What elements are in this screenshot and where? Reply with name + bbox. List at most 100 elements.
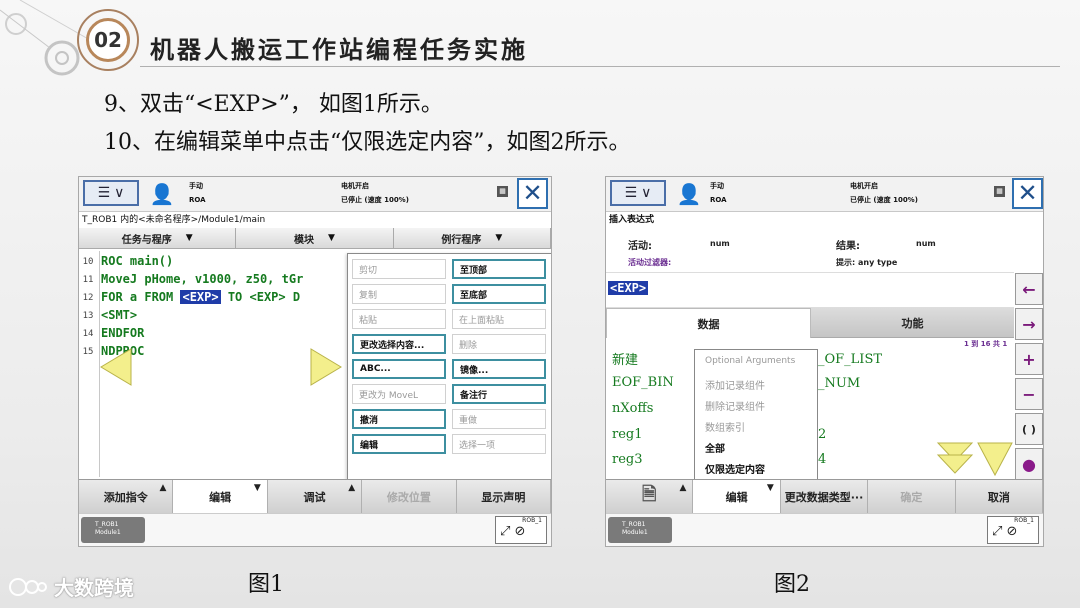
menu-to-top[interactable]: 至顶部: [452, 259, 546, 279]
menu-paste[interactable]: 粘贴: [352, 309, 446, 329]
list-item[interactable]: nXoffs: [612, 401, 653, 416]
scroll-left-icon[interactable]: [99, 347, 133, 387]
user-info-icon[interactable]: 👤: [147, 179, 177, 209]
watermark-logo: 大数跨境: [8, 572, 134, 601]
menu-button[interactable]: ☰ ∨: [610, 180, 666, 206]
line-number: 11: [82, 275, 94, 285]
mode-text: 手动: [189, 182, 203, 190]
dropdown-icon: ▼: [495, 233, 503, 243]
line-number: 15: [82, 347, 94, 357]
tab-modules[interactable]: 模块 ▼: [236, 228, 394, 248]
menu-mirror[interactable]: 镜像...: [452, 359, 546, 379]
modify-position-button[interactable]: 修改位置: [362, 480, 457, 514]
code-line[interactable]: ROC main(): [101, 254, 173, 268]
tab-routines[interactable]: 例行程序 ▼: [394, 228, 551, 248]
list-item[interactable]: reg3: [612, 452, 643, 467]
list-item[interactable]: 新建: [612, 349, 638, 368]
list-item[interactable]: 4: [818, 452, 826, 467]
debug-button[interactable]: 调试 ▲: [268, 480, 363, 514]
task-tab[interactable]: T_ROB1 Module1: [81, 517, 145, 543]
ok-button[interactable]: 确定: [868, 480, 956, 514]
code-line[interactable]: FOR a FROM <EXP> TO <EXP> D: [101, 290, 300, 304]
state-text: 已停止 (速度 100%): [850, 196, 918, 204]
menu-paste-above[interactable]: 在上面粘贴: [452, 309, 546, 329]
active-filter-label[interactable]: 活动过滤器:: [628, 257, 671, 268]
task-tab[interactable]: T_ROB1 Module1: [608, 517, 672, 543]
taskbar: T_ROB1 Module1 ROB_1 ⤢ ⊘: [79, 513, 551, 546]
parentheses-button[interactable]: ( ): [1015, 413, 1043, 445]
bottom-toolbar: 🗎 ▲ 编辑 ▼ 更改数据类型··· 确定 取消: [606, 479, 1043, 514]
code-editor[interactable]: 10 ROC main() 11 MoveJ pHome, v1000, z50…: [79, 251, 344, 477]
expression-area[interactable]: <EXP>: [606, 272, 1014, 308]
menu-delete[interactable]: 删除: [452, 334, 546, 354]
robot-status-button[interactable]: ROB_1 ⤢ ⊘: [987, 516, 1039, 544]
code-line[interactable]: MoveJ pHome, v1000, z50, tGr: [101, 272, 303, 286]
code-line[interactable]: ENDFOR: [101, 326, 144, 340]
arrow-left-button[interactable]: ←: [1015, 273, 1043, 305]
page-info: 1 到 16 共 1: [964, 340, 1008, 348]
list-item[interactable]: 2: [818, 427, 826, 442]
scroll-right-icon[interactable]: [309, 347, 343, 387]
tab-functions[interactable]: 功能: [811, 308, 1014, 338]
menu-add-record-component[interactable]: 添加记录组件: [705, 377, 765, 392]
code-line[interactable]: <SMT>: [101, 308, 137, 322]
list-item[interactable]: EOF_BIN: [612, 375, 674, 390]
edit-button[interactable]: 编辑 ▼: [173, 480, 268, 514]
figure-2-caption: 图2: [774, 572, 810, 597]
list-item[interactable]: _NUM: [818, 376, 860, 391]
io-icon[interactable]: ▦: [497, 186, 508, 197]
menu-abc[interactable]: ABC...: [352, 359, 446, 379]
selected-exp[interactable]: <EXP>: [608, 281, 649, 295]
menu-select-one[interactable]: 选择一项: [452, 434, 546, 454]
menu-delete-record-component[interactable]: 删除记录组件: [705, 398, 765, 413]
plus-button[interactable]: +: [1015, 343, 1043, 375]
hint-text: 提示: any type: [836, 258, 898, 267]
change-datatype-button[interactable]: 更改数据类型···: [781, 480, 869, 514]
menu-copy[interactable]: 复制: [352, 284, 446, 304]
hamburger-icon: ☰: [624, 185, 638, 201]
menu-cut[interactable]: 剪切: [352, 259, 446, 279]
caret-down-icon: ▼: [253, 483, 261, 493]
axis-icon: ⤢ ⊘: [992, 524, 1018, 539]
user-info-icon[interactable]: 👤: [674, 179, 704, 209]
menu-redo[interactable]: 重做: [452, 409, 546, 429]
robot-status-button[interactable]: ROB_1 ⤢ ⊘: [495, 516, 547, 544]
active-label: 活动:: [628, 241, 652, 252]
edit-button[interactable]: 编辑 ▼: [693, 480, 781, 514]
show-declaration-button[interactable]: 显示声明: [457, 480, 551, 514]
close-button[interactable]: ✕: [1012, 178, 1043, 209]
list-item[interactable]: reg1: [612, 427, 643, 442]
io-icon[interactable]: ▦: [994, 186, 1005, 197]
record-button[interactable]: ●: [1015, 448, 1043, 480]
menu-button[interactable]: ☰ ∨: [83, 180, 139, 206]
active-value: num: [710, 239, 730, 248]
hamburger-icon: ☰: [97, 185, 111, 201]
close-button[interactable]: ✕: [517, 178, 548, 209]
minus-button[interactable]: −: [1015, 378, 1043, 410]
arrow-right-button[interactable]: →: [1015, 308, 1043, 340]
caret-down-icon: ▼: [766, 483, 774, 493]
menu-change-selection[interactable]: 更改选择内容...: [352, 334, 446, 354]
list-item[interactable]: _OF_LIST: [818, 352, 882, 367]
menu-edit[interactable]: 编辑: [352, 434, 446, 454]
menu-comment-line[interactable]: 备注行: [452, 384, 546, 404]
insert-function-button[interactable]: 🗎 ▲: [606, 480, 694, 514]
section-badge: 02: [86, 18, 130, 62]
menu-undo[interactable]: 撤消: [352, 409, 446, 429]
menu-all[interactable]: 全部: [705, 440, 725, 455]
state-text: 已停止 (速度 100%): [341, 196, 409, 204]
line-number: 10: [82, 257, 94, 267]
cancel-button[interactable]: 取消: [956, 480, 1043, 514]
menu-array-index[interactable]: 数组索引: [705, 419, 745, 434]
scroll-down-icon[interactable]: [936, 439, 1016, 479]
add-instruction-button[interactable]: 添加指令 ▲: [79, 480, 174, 514]
selected-exp[interactable]: <EXP>: [180, 290, 221, 304]
menu-change-to-movel[interactable]: 更改为 MoveL: [352, 384, 446, 404]
menu-only-selected[interactable]: 仅限选定内容: [705, 461, 765, 476]
menu-optional-arguments[interactable]: Optional Arguments: [705, 356, 795, 366]
menu-to-bottom[interactable]: 至底部: [452, 284, 546, 304]
tab-data[interactable]: 数据: [606, 308, 811, 338]
tab-tasks-programs[interactable]: 任务与程序 ▼: [79, 228, 237, 248]
mode-text: 手动: [710, 182, 724, 190]
motor-text: 电机开启: [341, 182, 369, 190]
